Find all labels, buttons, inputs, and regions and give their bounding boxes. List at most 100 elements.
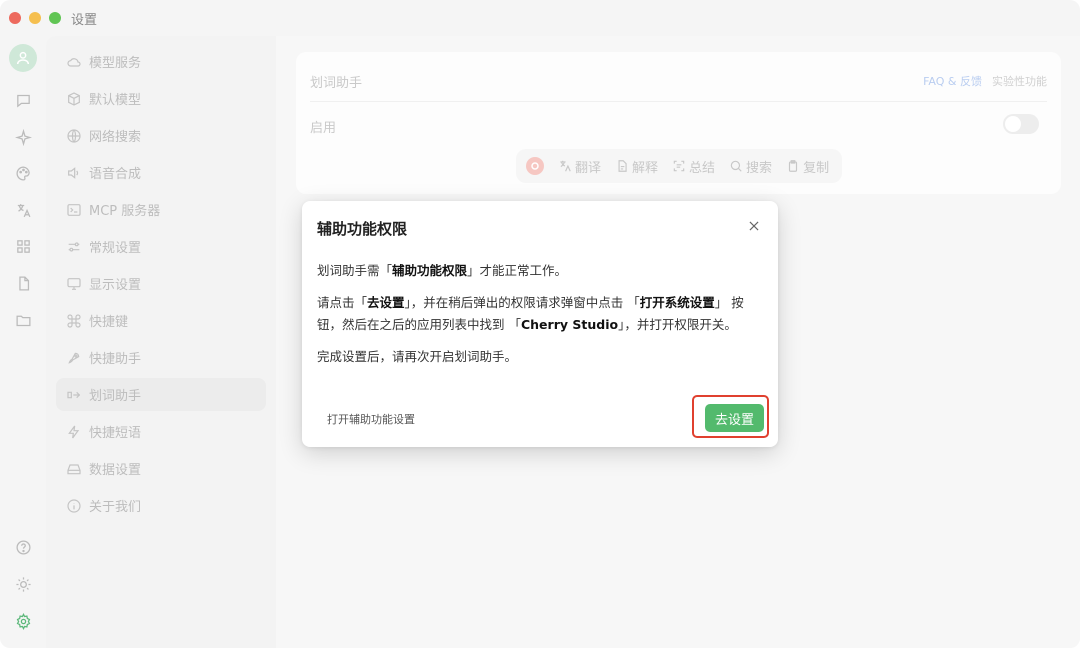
sparkle-icon: [14, 128, 32, 146]
command-icon: [66, 313, 82, 329]
hard-drive-icon: [66, 461, 82, 477]
divider: [310, 101, 1047, 102]
nav-item-general[interactable]: 常规设置: [56, 230, 266, 263]
translate-icon: [17, 203, 30, 217]
rail-folder-button[interactable]: [11, 308, 35, 332]
folder-icon: [15, 315, 31, 326]
nav-item-label: 数据设置: [89, 463, 142, 478]
nav-item-label: 显示设置: [89, 278, 142, 293]
globe-icon: [66, 128, 82, 144]
chat-icon: [16, 94, 30, 107]
cloud-icon: [66, 54, 82, 70]
enable-toggle[interactable]: [1003, 114, 1039, 134]
nav-item-tts[interactable]: 语音合成: [56, 156, 266, 189]
nav-item-display[interactable]: 显示设置: [56, 267, 266, 300]
sun-icon: [15, 576, 31, 592]
toolbar-search-label: 搜索: [746, 160, 773, 176]
nav-item-label: MCP 服务器: [89, 204, 161, 219]
rail-paint-button[interactable]: [11, 161, 35, 185]
maximize-window-button[interactable]: [49, 12, 61, 24]
app-window: 设置 模型服务 默认模型 网络搜索 语音合成 MCP 服务器 常规设置 显示设置…: [0, 0, 1080, 648]
monitor-icon: [66, 276, 82, 292]
avatar[interactable]: [9, 44, 37, 72]
text-select-icon: [66, 387, 82, 403]
clipboard-icon: [788, 160, 798, 172]
card-links: FAQ & 反馈 实验性功能: [923, 73, 1047, 89]
toolbar-summarize: 总结: [672, 157, 715, 176]
info-icon: [66, 498, 82, 514]
nav-item-label: 快捷键: [89, 315, 129, 330]
accessibility-permission-dialog: 辅助功能权限 划词助手需「辅助功能权限」才能正常工作。 请点击「去设置」，并在稍…: [302, 201, 778, 447]
nav-item-web-search[interactable]: 网络搜索: [56, 119, 266, 152]
dialog-paragraph-2: 请点击「去设置」，并在稍后弹出的权限请求弹窗中点击 「打开系统设置」 按钮，然后…: [317, 295, 744, 332]
nav-item-label: 快捷助手: [89, 352, 142, 367]
search-icon: [730, 160, 742, 172]
nav-item-about[interactable]: 关于我们: [56, 489, 266, 522]
rail-chat-button[interactable]: [11, 88, 35, 112]
document-icon: [618, 160, 627, 172]
selection-toolbar-preview: 翻译 解释 总结 搜索 复制: [516, 149, 842, 183]
nav-item-label: 关于我们: [89, 500, 142, 515]
nav-item-selection-assistant[interactable]: 划词助手: [56, 378, 266, 411]
nav-item-label: 划词助手: [89, 389, 142, 404]
dialog-paragraph-1: 划词助手需「辅助功能权限」才能正常工作。: [317, 263, 568, 278]
dialog-paragraph-3: 完成设置后，请再次开启划词助手。: [317, 349, 518, 364]
go-to-settings-button[interactable]: 去设置: [705, 404, 764, 432]
zap-icon: [66, 424, 82, 440]
toolbar-copy-label: 复制: [803, 160, 830, 176]
nav-item-label: 常规设置: [89, 241, 142, 256]
enable-label: 启用: [310, 121, 337, 136]
gear-icon: [16, 612, 30, 630]
terminal-icon: [66, 202, 82, 218]
icon-rail: [0, 36, 46, 648]
cube-icon: [66, 91, 82, 107]
scan-text-icon: [673, 160, 685, 172]
user-icon: [16, 51, 30, 65]
toolbar-translate: 翻译: [558, 157, 601, 176]
window-title: 设置: [71, 12, 98, 28]
rail-help-button[interactable]: [11, 535, 35, 559]
rail-theme-button[interactable]: [11, 572, 35, 596]
open-accessibility-settings-link[interactable]: 打开辅助功能设置: [327, 411, 415, 427]
nav-item-label: 默认模型: [89, 93, 142, 108]
toolbar-summarize-label: 总结: [689, 160, 716, 176]
dialog-close-button[interactable]: [745, 217, 763, 235]
nav-item-quick-assistant[interactable]: 快捷助手: [56, 341, 266, 374]
speaker-icon: [66, 165, 82, 181]
rail-settings-button[interactable]: [11, 609, 35, 633]
rail-translate-button[interactable]: [11, 198, 35, 222]
translate-icon: [560, 160, 571, 172]
card-title: 划词助手: [310, 76, 363, 91]
toolbar-copy: 复制: [786, 157, 829, 176]
dialog-title: 辅助功能权限: [317, 220, 408, 238]
close-icon: [749, 221, 759, 231]
nav-item-shortcuts[interactable]: 快捷键: [56, 304, 266, 337]
app-logo-icon: [526, 157, 544, 175]
dialog-body: 划词助手需「辅助功能权限」才能正常工作。 请点击「去设置」，并在稍后弹出的权限请…: [317, 260, 765, 378]
palette-icon: [15, 165, 30, 181]
settings-nav: 模型服务 默认模型 网络搜索 语音合成 MCP 服务器 常规设置 显示设置 快捷…: [46, 36, 276, 648]
nav-item-data[interactable]: 数据设置: [56, 452, 266, 485]
rail-apps-button[interactable]: [11, 234, 35, 258]
toolbar-explain: 解释: [615, 157, 658, 176]
close-window-button[interactable]: [9, 12, 21, 24]
nav-item-label: 快捷短语: [89, 426, 142, 441]
nav-item-quick-phrases[interactable]: 快捷短语: [56, 415, 266, 448]
grid-icon: [16, 239, 30, 253]
faq-link[interactable]: FAQ & 反馈: [923, 73, 982, 89]
rocket-icon: [66, 350, 82, 366]
nav-item-label: 语音合成: [89, 167, 142, 182]
window-controls: [9, 12, 61, 24]
minimize-window-button[interactable]: [29, 12, 41, 24]
nav-item-mcp[interactable]: MCP 服务器: [56, 193, 266, 226]
nav-item-model-service[interactable]: 模型服务: [56, 45, 266, 78]
nav-item-label: 模型服务: [89, 56, 142, 71]
rail-files-button[interactable]: [11, 271, 35, 295]
nav-item-default-model[interactable]: 默认模型: [56, 82, 266, 115]
title-bar: 设置: [0, 0, 1080, 36]
toolbar-explain-label: 解释: [632, 160, 659, 176]
experimental-link[interactable]: 实验性功能: [992, 73, 1047, 89]
nav-item-label: 网络搜索: [89, 130, 142, 145]
help-icon: [15, 539, 31, 555]
rail-agents-button[interactable]: [11, 125, 35, 149]
